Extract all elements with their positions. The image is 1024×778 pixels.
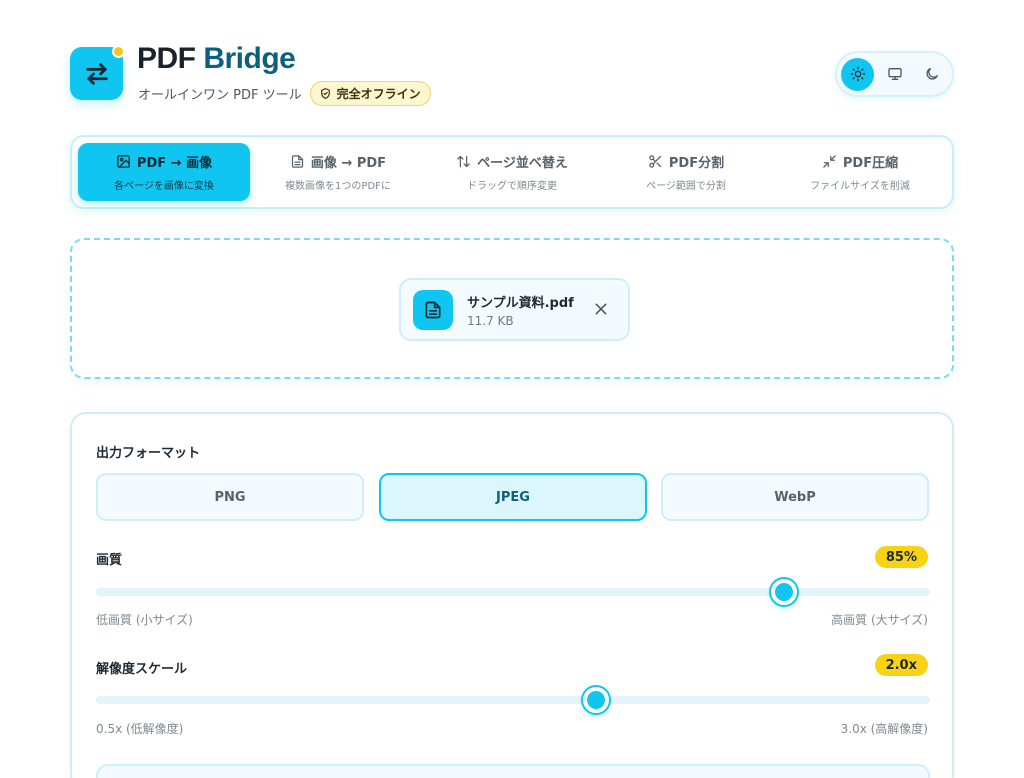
theme-switcher: [835, 51, 954, 97]
brand-part2: Bridge: [203, 42, 296, 75]
tab-description: 各ページを画像に変換: [114, 181, 214, 192]
sort-arrows-icon: [457, 155, 470, 168]
tab-reorder-pages[interactable]: ページ並べ替え ドラッグで順序変更: [426, 143, 598, 201]
image-icon: [117, 155, 130, 168]
moon-icon: [925, 68, 938, 80]
format-webp-button[interactable]: WebP: [661, 473, 929, 521]
tool-tabs: PDF → 画像 各ページを画像に変換 画像 → PDF 複数画像を1つのPDF…: [70, 135, 954, 209]
theme-system-button[interactable]: [878, 58, 911, 91]
sun-icon: [850, 66, 865, 82]
swap-arrows-icon: [85, 62, 108, 85]
brand-part1: PDF: [137, 42, 196, 75]
tab-description: ファイルサイズを削減: [810, 181, 910, 192]
compress-icon: [823, 155, 836, 168]
conversion-settings: 出力フォーマット PNG JPEG WebP 画質 85% 低画質 (小サイズ)…: [70, 412, 954, 778]
scale-min-label: 0.5x (低解像度): [96, 722, 184, 736]
tab-label: PDF圧縮: [842, 156, 899, 171]
file-name: サンプル資料.pdf: [467, 296, 574, 311]
tab-pdf-to-image[interactable]: PDF → 画像 各ページを画像に変換: [78, 143, 250, 201]
loaded-file-card: サンプル資料.pdf 11.7 KB: [399, 278, 630, 341]
logo-status-dot: [112, 45, 125, 58]
shield-check-icon: [320, 88, 330, 99]
scale-value-badge: 2.0x: [874, 654, 928, 676]
tab-label: 画像 → PDF: [310, 156, 387, 171]
app-header: PDF Bridge オールインワン PDF ツール 完全オフライン: [70, 42, 954, 106]
close-icon: [595, 303, 607, 315]
format-jpeg-button[interactable]: JPEG: [379, 473, 647, 521]
tab-label: ページ並べ替え: [477, 156, 568, 171]
quality-min-label: 低画質 (小サイズ): [96, 613, 193, 627]
file-size: 11.7 KB: [467, 314, 514, 328]
tab-compress-pdf[interactable]: PDF圧縮 ファイルサイズを削減: [774, 143, 946, 201]
tab-description: ドラッグで順序変更: [467, 181, 557, 192]
tab-description: ページ範囲で分割: [646, 181, 726, 192]
tab-image-to-pdf[interactable]: 画像 → PDF 複数画像を1つのPDFに: [252, 143, 424, 201]
monitor-icon: [887, 68, 902, 80]
file-drop-zone[interactable]: サンプル資料.pdf 11.7 KB: [70, 238, 954, 379]
theme-light-button[interactable]: [841, 57, 874, 91]
format-label: 出力フォーマット: [96, 446, 201, 461]
scale-max-label: 3.0x (高解像度): [840, 722, 928, 736]
quality-slider-thumb[interactable]: [771, 579, 798, 605]
app-title: PDF Bridge: [137, 42, 296, 76]
tab-label: PDF → 画像: [136, 156, 213, 171]
quality-max-label: 高画質 (大サイズ): [831, 613, 928, 627]
app-subtitle: オールインワン PDF ツール: [138, 88, 302, 103]
quality-label: 画質: [96, 553, 123, 568]
scale-slider-track[interactable]: [96, 696, 930, 704]
format-png-button[interactable]: PNG: [96, 473, 364, 521]
pdf-file-icon: [425, 301, 441, 319]
offline-badge: 完全オフライン: [309, 81, 431, 106]
app-logo: [70, 45, 125, 100]
quality-value-badge: 85%: [874, 546, 928, 568]
additional-options-card: [96, 764, 930, 778]
offline-badge-label: 完全オフライン: [336, 87, 421, 101]
theme-dark-button[interactable]: [915, 58, 948, 91]
document-icon: [291, 155, 304, 168]
quality-slider-track[interactable]: [96, 588, 930, 596]
scale-slider-thumb[interactable]: [583, 687, 610, 713]
scissors-icon: [649, 155, 662, 168]
tab-description: 複数画像を1つのPDFに: [285, 181, 391, 192]
file-icon-wrap: [413, 290, 453, 330]
tab-label: PDF分割: [668, 156, 725, 171]
remove-file-button[interactable]: [592, 300, 610, 318]
header-subline: オールインワン PDF ツール 完全オフライン: [138, 81, 431, 106]
tab-split-pdf[interactable]: PDF分割 ページ範囲で分割: [600, 143, 772, 201]
scale-label: 解像度スケール: [96, 662, 188, 677]
